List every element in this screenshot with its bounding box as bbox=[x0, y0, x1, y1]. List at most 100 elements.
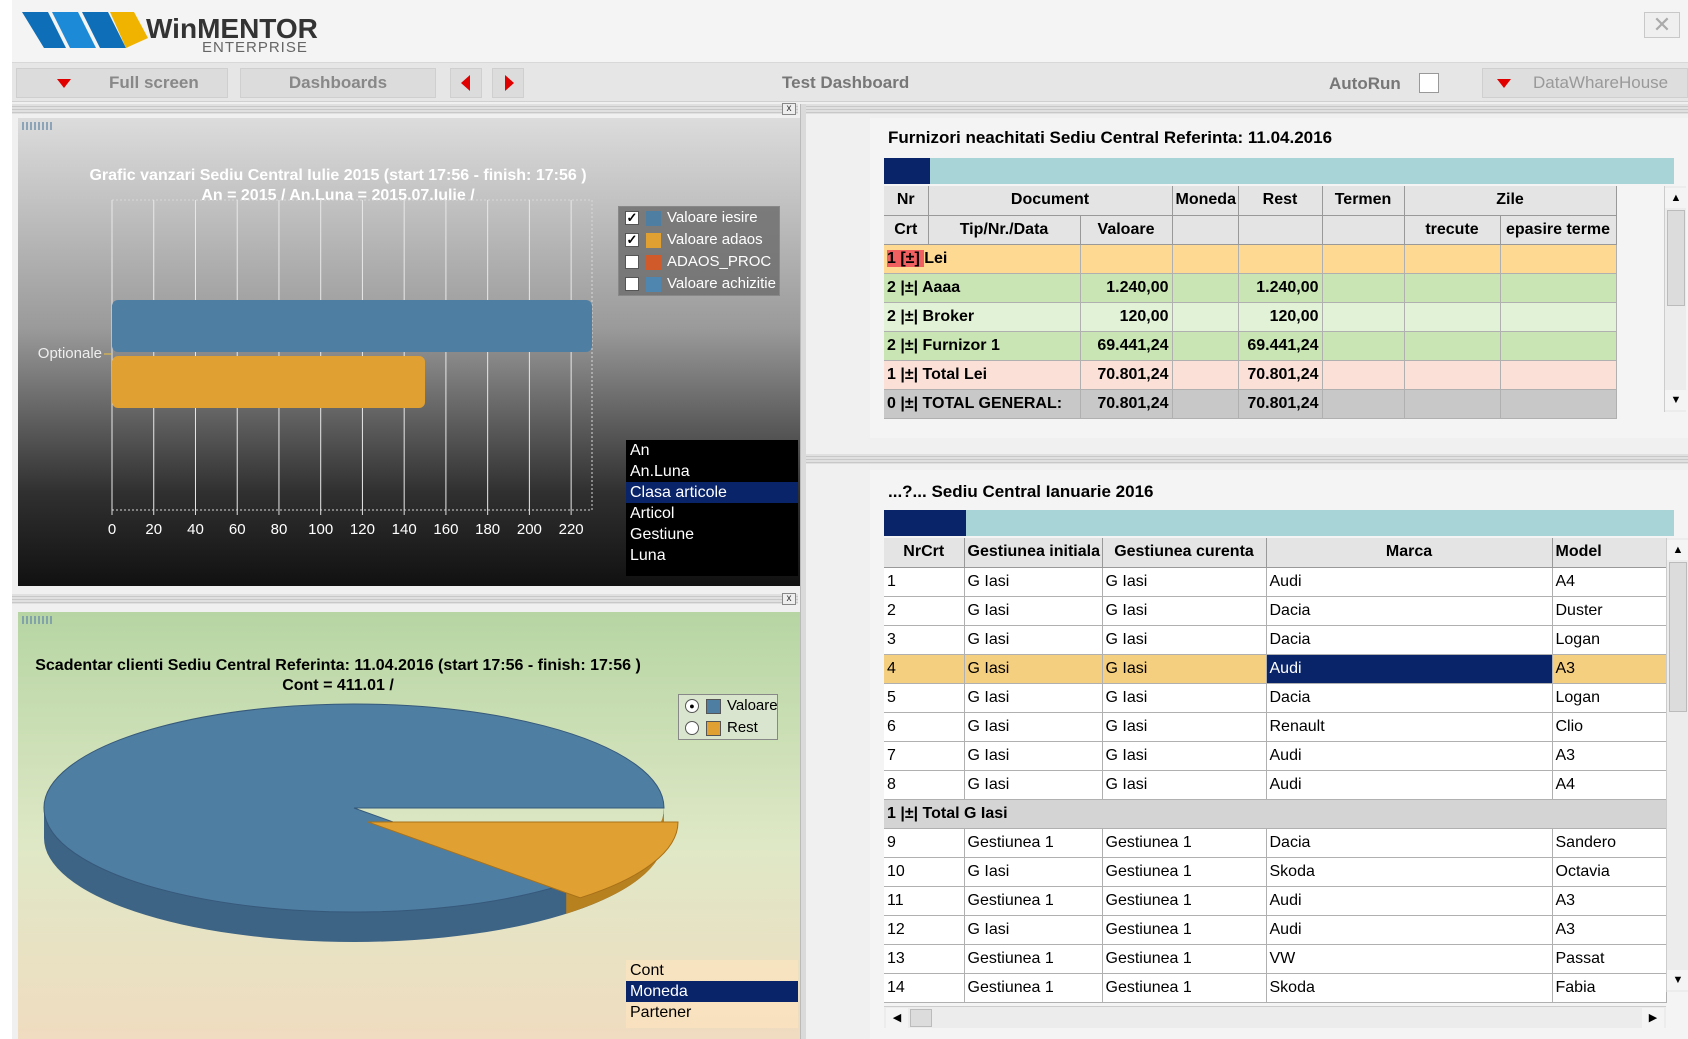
column-header[interactable]: NrCrt bbox=[884, 538, 965, 568]
cell-marca[interactable]: Dacia bbox=[1266, 828, 1553, 858]
cell-model[interactable]: A3 bbox=[1552, 886, 1667, 916]
column-header[interactable]: trecute bbox=[1404, 215, 1501, 245]
cell-nrcrt[interactable]: 3 bbox=[884, 625, 965, 655]
table-row[interactable]: 2G Iasi G Iasi Dacia Duster bbox=[884, 596, 1667, 626]
dimension-item[interactable]: Clasa articole bbox=[626, 482, 798, 503]
checkbox-icon[interactable]: ✓ bbox=[625, 211, 639, 225]
cell-marca[interactable]: Skoda bbox=[1266, 973, 1553, 1003]
column-header[interactable]: Gestiunea curenta bbox=[1102, 538, 1267, 568]
column-header[interactable]: epasire terme bbox=[1500, 215, 1617, 245]
expand-toggle[interactable]: 2 |±| bbox=[887, 308, 923, 325]
cell-model[interactable]: Clio bbox=[1552, 712, 1667, 742]
cell-gestiune-curenta[interactable]: Gestiunea 1 bbox=[1102, 944, 1267, 974]
close-pane-icon[interactable]: x bbox=[782, 593, 796, 605]
scroll-left-icon[interactable]: ◀ bbox=[886, 1008, 908, 1028]
row-label[interactable]: 2 |±| Broker bbox=[884, 302, 1081, 332]
cell-model[interactable]: A3 bbox=[1552, 654, 1667, 684]
cell-model[interactable]: A3 bbox=[1552, 741, 1667, 771]
scroll-down-icon[interactable]: ▼ bbox=[1665, 390, 1687, 410]
cell-nrcrt[interactable]: 2 bbox=[884, 596, 965, 626]
table-row[interactable]: 1 |±| Total G Iasi bbox=[884, 799, 1667, 829]
cell-marca[interactable]: Audi bbox=[1266, 915, 1553, 945]
checkbox-icon[interactable] bbox=[625, 255, 639, 269]
cell-nrcrt[interactable]: 1 bbox=[884, 567, 965, 597]
cell-model[interactable]: A4 bbox=[1552, 567, 1667, 597]
row-label[interactable]: 1 [±] Lei bbox=[884, 244, 1081, 274]
checkbox-icon[interactable]: ✓ bbox=[625, 233, 639, 247]
table-row[interactable]: 7G Iasi G Iasi Audi A3 bbox=[884, 741, 1667, 771]
expand-toggle[interactable]: 0 |±| bbox=[887, 395, 923, 412]
table-row[interactable]: 1 [±] Lei bbox=[884, 244, 1617, 274]
table-row[interactable]: 9 Gestiunea 1 Gestiunea 1 Dacia Sandero bbox=[884, 828, 1667, 858]
fullscreen-button[interactable]: Full screen bbox=[16, 68, 228, 98]
scroll-up-icon[interactable]: ▲ bbox=[1667, 540, 1688, 560]
cell-model[interactable]: Octavia bbox=[1552, 857, 1667, 887]
cell-gestiune-initiala[interactable]: Gestiunea 1 bbox=[964, 828, 1103, 858]
dimension-item[interactable]: Cont bbox=[626, 960, 798, 981]
scroll-up-icon[interactable]: ▲ bbox=[1665, 188, 1687, 208]
close-pane-icon[interactable]: x bbox=[782, 103, 796, 115]
table-row[interactable]: 6G Iasi G Iasi Renault Clio bbox=[884, 712, 1667, 742]
cell-gestiune-curenta[interactable]: G Iasi bbox=[1102, 712, 1267, 742]
cars-horizontal-scrollbar[interactable]: ◀ ▶ bbox=[884, 1006, 1666, 1028]
cell-nrcrt[interactable]: 13 bbox=[884, 944, 965, 974]
cell-gestiune-initiala[interactable]: Gestiunea 1 bbox=[964, 886, 1103, 916]
next-dashboard-button[interactable] bbox=[492, 68, 524, 98]
suppliers-vertical-scrollbar[interactable]: ▲ ▼ bbox=[1664, 186, 1687, 412]
cell-marca[interactable]: Audi bbox=[1266, 741, 1553, 771]
scrollbar-thumb[interactable] bbox=[910, 1009, 932, 1027]
cell-gestiune-curenta[interactable]: Gestiunea 1 bbox=[1102, 973, 1267, 1003]
table-row[interactable]: 12 G Iasi Gestiunea 1 Audi A3 bbox=[884, 915, 1667, 945]
column-header[interactable]: Termen bbox=[1322, 186, 1405, 216]
dimension-item[interactable]: Luna bbox=[626, 545, 798, 566]
cell-gestiune-initiala[interactable]: G Iasi bbox=[964, 654, 1103, 684]
cars-vertical-scrollbar[interactable]: ▲ ▼ bbox=[1666, 538, 1688, 992]
table-row[interactable]: 1 |±| Total Lei 70.801,24 70.801,24 bbox=[884, 360, 1617, 390]
table-row[interactable]: 14 Gestiunea 1 Gestiunea 1 Skoda Fabia bbox=[884, 973, 1667, 1003]
radio-icon[interactable] bbox=[685, 721, 699, 735]
dimension-item[interactable]: Articol bbox=[626, 503, 798, 524]
dimension-item[interactable]: Gestiune bbox=[626, 524, 798, 545]
cell-gestiune-curenta[interactable]: G Iasi bbox=[1102, 596, 1267, 626]
column-header[interactable]: Crt bbox=[884, 215, 929, 245]
column-header[interactable]: Model bbox=[1552, 538, 1667, 568]
cell-model[interactable]: A3 bbox=[1552, 915, 1667, 945]
column-header[interactable]: Rest bbox=[1238, 186, 1323, 216]
cell-nrcrt[interactable]: 5 bbox=[884, 683, 965, 713]
expand-toggle[interactable]: 1 [±] bbox=[887, 249, 925, 267]
cell-gestiune-initiala[interactable]: G Iasi bbox=[964, 741, 1103, 771]
cell-model[interactable]: Logan bbox=[1552, 625, 1667, 655]
cell-marca[interactable]: Renault bbox=[1266, 712, 1553, 742]
cell-marca[interactable]: Audi bbox=[1266, 567, 1553, 597]
cell-gestiune-curenta[interactable]: G Iasi bbox=[1102, 654, 1267, 684]
checkbox-icon[interactable] bbox=[625, 277, 639, 291]
table-row[interactable]: 10 G Iasi Gestiunea 1 Skoda Octavia bbox=[884, 857, 1667, 887]
cell-nrcrt[interactable]: 7 bbox=[884, 741, 965, 771]
datawarehouse-dropdown[interactable]: DataWhareHouse bbox=[1482, 68, 1688, 98]
table-row[interactable]: 0 |±| TOTAL GENERAL: 70.801,24 70.801,24 bbox=[884, 389, 1617, 419]
expand-toggle[interactable]: 1 |±| bbox=[887, 366, 923, 383]
autorun-checkbox[interactable] bbox=[1419, 73, 1439, 93]
cell-gestiune-curenta[interactable]: Gestiunea 1 bbox=[1102, 828, 1267, 858]
cell-gestiune-initiala[interactable]: Gestiunea 1 bbox=[964, 973, 1103, 1003]
table-row[interactable]: 8G Iasi G Iasi Audi A4 bbox=[884, 770, 1667, 800]
table-row[interactable]: 2 |±| Aaaa 1.240,00 1.240,00 bbox=[884, 273, 1617, 303]
dimension-item[interactable]: Partener bbox=[626, 1002, 798, 1023]
scrollbar-thumb[interactable] bbox=[1667, 210, 1685, 306]
cell-gestiune-initiala[interactable]: G Iasi bbox=[964, 683, 1103, 713]
table-row[interactable]: 13 Gestiunea 1 Gestiunea 1 VW Passat bbox=[884, 944, 1667, 974]
table-row[interactable]: 1G Iasi G Iasi Audi A4 bbox=[884, 567, 1667, 597]
cell-marca[interactable]: VW bbox=[1266, 944, 1553, 974]
column-header[interactable]: Gestiunea initiala bbox=[964, 538, 1103, 568]
splitter[interactable] bbox=[12, 104, 798, 114]
cell-gestiune-initiala[interactable]: G Iasi bbox=[964, 915, 1103, 945]
cell-gestiune-initiala[interactable]: G Iasi bbox=[964, 596, 1103, 626]
splitter[interactable] bbox=[12, 594, 798, 604]
table-row[interactable]: 5G Iasi G Iasi Dacia Logan bbox=[884, 683, 1667, 713]
cell-model[interactable]: Passat bbox=[1552, 944, 1667, 974]
cell-marca[interactable]: Dacia bbox=[1266, 625, 1553, 655]
column-header[interactable]: Moneda bbox=[1172, 186, 1239, 216]
column-header[interactable]: Marca bbox=[1266, 538, 1553, 568]
scrollbar-thumb[interactable] bbox=[1669, 562, 1687, 712]
row-label[interactable]: 1 |±| Total Lei bbox=[884, 360, 1081, 390]
